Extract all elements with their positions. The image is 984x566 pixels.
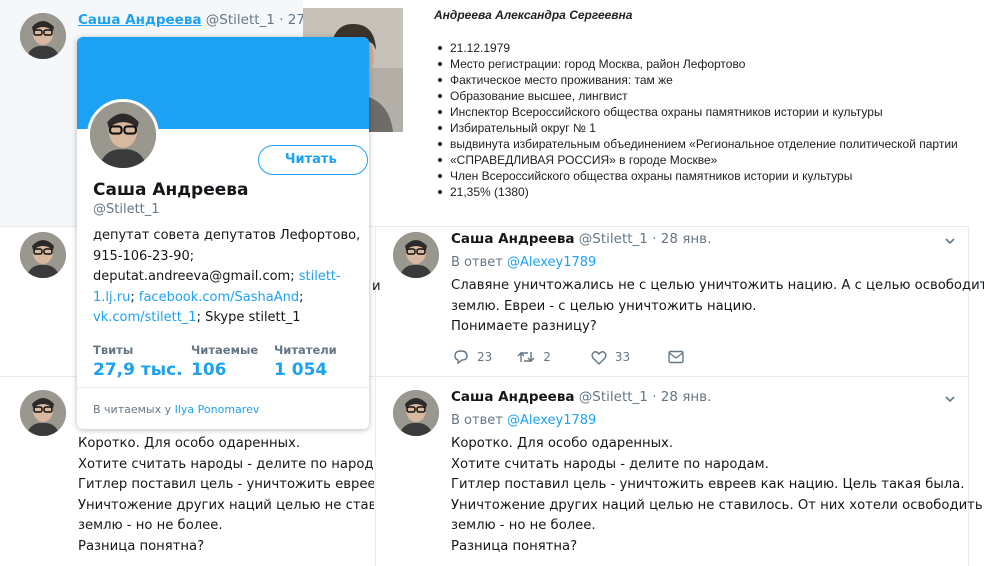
info-item: 21,35% (1380) [436, 184, 958, 200]
reply-to: В ответ @Alexey1789 [451, 255, 596, 270]
reply-icon [454, 350, 468, 365]
stat-followers[interactable]: Читатели 1 054 [274, 343, 337, 380]
avatar[interactable] [393, 232, 439, 278]
follow-button[interactable]: Читать [258, 145, 368, 175]
tweet-line: Коротко. Для особо одаренных. [78, 436, 301, 451]
info-item: Место регистрации: город Москва, район Л… [436, 56, 958, 72]
stat-label: Твиты [93, 343, 134, 357]
stat-label: Читатели [274, 343, 337, 357]
bio-email: deputat.andreeva@gmail.com; [93, 269, 295, 284]
bio-link-lj[interactable]: stilett- [299, 269, 341, 284]
chevron-down-icon[interactable] [945, 394, 955, 404]
author-name[interactable]: Саша Андреева [451, 231, 574, 247]
bio-link-lj-cont[interactable]: 1.lj.ru [93, 290, 130, 305]
stat-label: Читаемые [191, 343, 259, 357]
tweet-line: Хотите считать народы - делите по народа… [451, 456, 769, 472]
tweet-header: Саша Андреева @Stilett_1 · 28 янв. [451, 389, 711, 405]
tweet-date[interactable]: · 28 янв. [652, 231, 711, 247]
retweet-count: 2 [543, 350, 551, 364]
bio-skype: ; Skype stilett_1 [196, 310, 301, 325]
reply-to-link[interactable]: @Alexey1789 [507, 255, 596, 270]
stat-value: 1 054 [274, 360, 328, 380]
retweet-icon [517, 352, 535, 362]
like-button[interactable]: 33 [591, 350, 630, 365]
tweet-line: Уничтожение других наций целью не ставил… [78, 497, 374, 513]
tweet-text: Коротко. Для особо одаренных. Хотите счи… [451, 434, 983, 557]
info-item: 21.12.1979 [436, 40, 958, 56]
followed-by-link[interactable]: Ilya Ponomarev [175, 403, 260, 416]
tweet-line: Хотите считать народы - делите по народа… [78, 456, 374, 472]
author-name[interactable]: Саша Андреева [78, 12, 201, 28]
profile-name[interactable]: Саша Андреева [93, 180, 248, 200]
stat-value: 106 [191, 360, 227, 380]
tweet-line: Коротко. Для особо одаренных. [451, 436, 674, 451]
info-title: Андреева Александра Сергеевна [434, 8, 633, 22]
heart-icon [591, 350, 607, 365]
tweet-line: Гитлер поставил цель - уничтожить евреев… [451, 477, 965, 492]
reply-to: В ответ @Alexey1789 [451, 413, 596, 428]
tweet-text: Славяне уничтожались не с целью уничтожи… [451, 276, 984, 338]
tweet-actions: 23 2 33 [453, 349, 684, 365]
chevron-down-icon[interactable] [945, 236, 955, 246]
bio-line: 1.lj.ru; facebook.com/SashaAnd; [93, 288, 360, 309]
stat-value: 27,9 тыс. [93, 360, 183, 380]
profile-handle[interactable]: @Stilett_1 [93, 202, 160, 217]
info-item: выдвинута избирательным объединением «Ре… [436, 136, 958, 152]
bio-line: депутат совета депутатов Лефортово, [93, 228, 361, 243]
tweet-line: Разница понятна? [451, 538, 578, 554]
stat-tweets[interactable]: Твиты 27,9 тыс. [93, 343, 183, 380]
bio-link-vk[interactable]: vk.com/stilett_1 [93, 310, 197, 325]
tweet-date[interactable]: · 28 янв. [652, 389, 711, 405]
info-item: Инспектор Всероссийского общества охраны… [436, 104, 958, 120]
followed-by: В читаемых у Ilya Ponomarev [93, 403, 259, 416]
like-count: 33 [614, 350, 631, 364]
tweet-line: Понимаете разницу? [451, 319, 597, 334]
reply-count: 23 [477, 350, 493, 364]
avatar[interactable] [20, 13, 66, 59]
bio-separator: ; [130, 289, 135, 305]
info-item: Член Всероссийского общества охраны памя… [436, 168, 958, 184]
author-name[interactable]: Саша Андреева [451, 389, 574, 405]
reply-to-link[interactable]: @Alexey1789 [507, 413, 596, 428]
left-mid-tweet-text-fragment: и [372, 279, 381, 294]
retweet-button[interactable]: 2 [517, 349, 551, 365]
avatar[interactable] [20, 390, 66, 436]
divider [77, 387, 369, 388]
bio-line: deputat.andreeva@gmail.com; stilett- [93, 267, 360, 288]
envelope-icon [668, 350, 684, 364]
tweet-line: Славяне уничтожались не с целью уничтожи… [451, 278, 984, 293]
tweet-line: землю. Евреи - с целью уничтожить нацию. [451, 298, 757, 314]
info-list: 21.12.1979 Место регистрации: город Моск… [436, 40, 958, 200]
tweet-header: Саша Андреева @Stilett_1 · 28 янв. [451, 231, 711, 247]
tweet-line: Гитлер поставил цель - уничтожить евреев… [78, 477, 374, 492]
author-handle[interactable]: @Stilett_1 [579, 389, 648, 405]
info-item: Избирательный округ № 1 [436, 120, 958, 136]
reply-button[interactable]: 23 [453, 349, 492, 365]
tweet-line: Уничтожение других наций целью не ставил… [451, 497, 983, 513]
tweet-line: землю - но не более. [451, 518, 596, 533]
bio-link-facebook[interactable]: facebook.com/SashaAnd [139, 290, 299, 305]
info-item-continuation: «СПРАВЕДЛИВАЯ РОССИЯ» в городе Москве» [436, 152, 958, 168]
author-handle[interactable]: @Stilett_1 [206, 12, 275, 28]
reply-prefix: В ответ [451, 255, 507, 270]
profile-bio: депутат совета депутатов Лефортово, 915-… [93, 226, 360, 329]
followed-by-prefix: В читаемых у [93, 403, 175, 416]
reply-prefix: В ответ [451, 413, 507, 428]
bio-line: 915-106-23-90; [93, 248, 195, 264]
tweet-text: Коротко. Для особо одаренных. Хотите счи… [78, 434, 374, 557]
info-item: Образование высшее, лингвист [436, 88, 958, 104]
avatar[interactable] [393, 390, 439, 436]
tweet-line: Разница понятна? [78, 538, 205, 554]
author-handle[interactable]: @Stilett_1 [579, 231, 648, 247]
info-item: Фактическое место проживания: там же [436, 72, 958, 88]
avatar[interactable] [20, 232, 66, 278]
profile-avatar[interactable] [87, 99, 159, 171]
bio-line: vk.com/stilett_1; Skype stilett_1 [93, 308, 360, 329]
tweet-line: землю - но не более. [78, 518, 223, 533]
bio-separator: ; [299, 289, 304, 305]
stat-following[interactable]: Читаемые 106 [191, 343, 258, 380]
profile-hover-card: Читать Саша Андреева @Stilett_1 депутат … [77, 37, 369, 429]
top-tweet-header: Саша Андреева @Stilett_1 · 27 янв. [78, 12, 338, 28]
direct-message-button[interactable] [668, 350, 684, 364]
